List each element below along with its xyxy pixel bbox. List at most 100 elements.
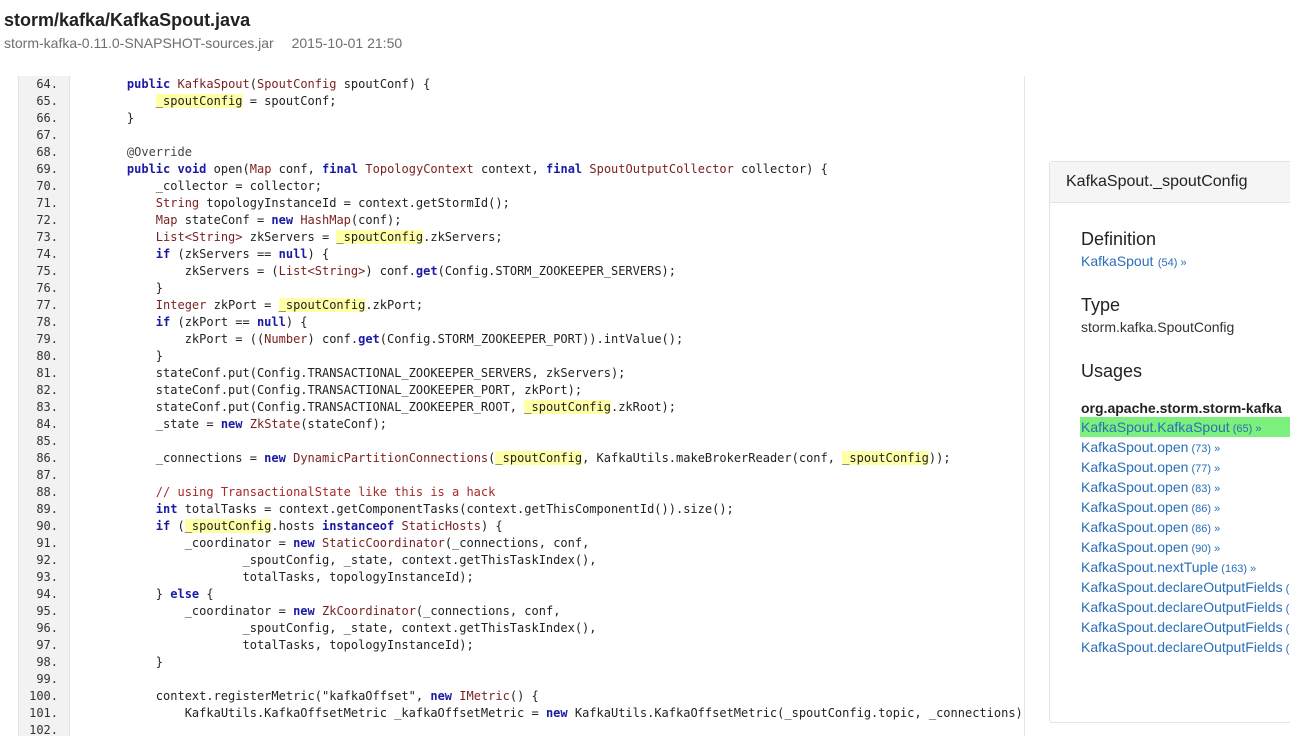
code-token: ) conf.	[307, 332, 359, 346]
code-token: zkServers =	[242, 230, 337, 244]
highlighted-symbol[interactable]: _spoutConfig	[524, 400, 611, 414]
highlighted-symbol[interactable]: _spoutConfig	[336, 230, 424, 244]
code-token: StaticHosts	[401, 519, 481, 533]
usage-label[interactable]: KafkaSpout.open	[1081, 459, 1188, 475]
usage-item[interactable]: KafkaSpout.declareOutputFields (	[1080, 617, 1290, 637]
usage-line-count[interactable]: (	[1283, 603, 1290, 615]
usage-label[interactable]: KafkaSpout.nextTuple	[1081, 559, 1218, 575]
code-token: if	[155, 519, 171, 533]
usage-line-count[interactable]: (90) »	[1188, 543, 1220, 555]
line-number: 96.	[36, 621, 58, 635]
usage-item[interactable]: KafkaSpout.open (86) »	[1080, 517, 1290, 537]
usage-label[interactable]: KafkaSpout.declareOutputFields	[1081, 619, 1283, 635]
code-token: stateConf.put(Config.TRANSACTIONAL_ZOOKE…	[98, 400, 525, 414]
usage-item[interactable]: KafkaSpout.open (73) »	[1080, 437, 1290, 457]
definition-link-count[interactable]: (54) »	[1158, 257, 1187, 269]
code-line: 73. List<String> zkServers = _spoutConfi…	[18, 229, 1024, 246]
code-token: SpoutOutputCollector	[589, 162, 734, 176]
definition-link[interactable]: KafkaSpout (54) »	[1081, 253, 1187, 271]
code-text: totalTasks, topologyInstanceId);	[98, 569, 473, 586]
line-number: 86.	[36, 451, 58, 465]
definition-link-label[interactable]: KafkaSpout	[1081, 253, 1153, 269]
usage-item[interactable]: KafkaSpout.open (77) »	[1080, 457, 1290, 477]
usage-label[interactable]: KafkaSpout.declareOutputFields	[1081, 579, 1283, 595]
line-number: 69.	[36, 162, 58, 176]
usage-label[interactable]: KafkaSpout.open	[1081, 519, 1188, 535]
usage-label[interactable]: KafkaSpout.open	[1081, 479, 1188, 495]
usage-label[interactable]: KafkaSpout.open	[1081, 499, 1188, 515]
code-token: context.registerMetric("kafkaOffset",	[98, 689, 431, 703]
code-text: int totalTasks = context.getComponentTas…	[98, 501, 734, 518]
code-token: new	[293, 604, 315, 618]
code-token: _coordinator =	[98, 604, 294, 618]
usage-label[interactable]: KafkaSpout.declareOutputFields	[1081, 639, 1283, 655]
code-text: }	[98, 654, 163, 671]
code-token: .zkServers;	[423, 230, 503, 244]
code-token: ZkState	[249, 417, 301, 431]
usage-item[interactable]: KafkaSpout.declareOutputFields (	[1080, 637, 1290, 657]
highlighted-symbol[interactable]: _spoutConfig	[155, 94, 243, 108]
usage-line-count[interactable]: (73) »	[1188, 443, 1220, 455]
usage-line-count[interactable]: (83) »	[1188, 483, 1220, 495]
file-meta: storm-kafka-0.11.0-SNAPSHOT-sources.jar …	[4, 35, 402, 51]
code-token: final	[322, 162, 359, 176]
usage-line-count[interactable]: (86) »	[1188, 523, 1220, 535]
code-token: zkPort =	[206, 298, 279, 312]
usage-label[interactable]: KafkaSpout.open	[1081, 439, 1188, 455]
code-text: context.registerMetric("kafkaOffset", ne…	[98, 688, 539, 705]
line-number: 72.	[36, 213, 58, 227]
usage-label[interactable]: KafkaSpout.open	[1081, 539, 1188, 555]
usage-item[interactable]: KafkaSpout.open (86) »	[1080, 497, 1290, 517]
line-number: 78.	[36, 315, 58, 329]
code-token: = spoutConf;	[242, 94, 337, 108]
usage-group-label: org.apache.storm.storm-kafka	[1081, 400, 1282, 416]
usage-label[interactable]: KafkaSpout.declareOutputFields	[1081, 599, 1283, 615]
code-token: ZkCoordinator	[322, 604, 416, 618]
usage-line-count[interactable]: (	[1283, 643, 1290, 655]
code-token: }	[98, 655, 164, 669]
code-token: Map	[155, 213, 178, 227]
highlighted-symbol[interactable]: _spoutConfig	[278, 298, 366, 312]
highlighted-symbol[interactable]: _spoutConfig	[495, 451, 583, 465]
code-line: 74. if (zkServers == null) {	[18, 246, 1024, 263]
usage-label[interactable]: KafkaSpout.KafkaSpout	[1081, 419, 1230, 435]
usage-item[interactable]: KafkaSpout.KafkaSpout (65) »	[1080, 417, 1290, 437]
usage-line-count[interactable]: (77) »	[1188, 463, 1220, 475]
code-token: new	[264, 451, 286, 465]
code-token: KafkaSpout	[177, 77, 250, 91]
usage-item[interactable]: KafkaSpout.open (83) »	[1080, 477, 1290, 497]
code-line: 100. context.registerMetric("kafkaOffset…	[18, 688, 1024, 705]
usage-line-count[interactable]: (	[1283, 583, 1290, 595]
highlighted-symbol[interactable]: _spoutConfig	[184, 519, 272, 533]
usage-item[interactable]: KafkaSpout.nextTuple (163) »	[1080, 557, 1290, 577]
code-token: new	[545, 706, 568, 720]
code-line: 84. _state = new ZkState(stateConf);	[18, 416, 1024, 433]
code-line: 102.	[18, 722, 1024, 736]
code-token: KafkaUtils.KafkaOffsetMetric _kafkaOffse…	[98, 706, 546, 720]
code-token: (_connections, conf,	[444, 536, 590, 550]
code-token: open(	[206, 162, 250, 176]
usage-item[interactable]: KafkaSpout.declareOutputFields (	[1080, 597, 1290, 617]
code-token: ) {	[307, 247, 330, 261]
usage-line-count[interactable]: (	[1283, 623, 1290, 635]
usages-heading: Usages	[1081, 361, 1143, 381]
code-text: zkServers = (List<String>) conf.get(Conf…	[98, 263, 676, 280]
usage-line-count[interactable]: (65) »	[1230, 423, 1262, 435]
code-line: 95. _coordinator = new ZkCoordinator(_co…	[18, 603, 1024, 620]
line-number: 75.	[36, 264, 58, 278]
line-number: 79.	[36, 332, 58, 346]
highlighted-symbol[interactable]: _spoutConfig	[842, 451, 929, 465]
usage-item[interactable]: KafkaSpout.declareOutputFields (	[1080, 577, 1290, 597]
code-token: get	[415, 264, 438, 278]
line-number: 70.	[36, 179, 58, 193]
usage-item[interactable]: KafkaSpout.open (90) »	[1080, 537, 1290, 557]
usage-line-count[interactable]: (86) »	[1188, 503, 1220, 515]
usage-line-count[interactable]: (163) »	[1218, 563, 1256, 575]
code-text: // using TransactionalState like this is…	[98, 484, 496, 501]
code-line: 77. Integer zkPort = _spoutConfig.zkPort…	[18, 297, 1024, 314]
code-token: void	[177, 162, 207, 176]
code-line: 67.	[18, 127, 1024, 144]
line-number: 88.	[36, 485, 58, 499]
